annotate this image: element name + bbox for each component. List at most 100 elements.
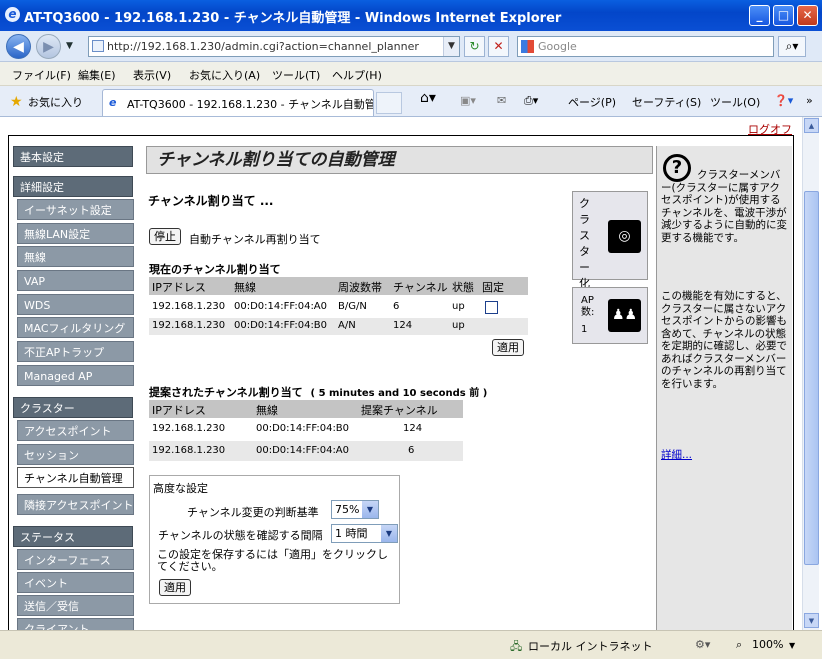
cell-ip: 192.168.1.230 (152, 301, 226, 312)
sidebar-item-channel-management[interactable]: チャンネル自動管理 (17, 467, 134, 488)
vertical-scrollbar[interactable]: ▲ ▼ (802, 117, 819, 630)
search-input[interactable]: Google (517, 36, 774, 57)
stop-icon[interactable]: ✕ (488, 36, 509, 57)
sidebar-item-sessions[interactable]: セッション (17, 444, 134, 465)
page-menu[interactable]: ページ(P) (568, 94, 616, 110)
sidebar-item-basic[interactable]: 基本設定 (13, 146, 133, 167)
sidebar-item-access-points[interactable]: アクセスポイント (17, 420, 134, 441)
sidebar-item-wds[interactable]: WDS (17, 294, 134, 315)
feeds-icon[interactable]: ▣▾ (460, 94, 476, 107)
sidebar-item-neighbor-ap[interactable]: 隣接アクセスポイント (17, 494, 134, 515)
more-link[interactable]: 詳細... (661, 449, 692, 462)
maximize-button[interactable]: □ (773, 5, 794, 26)
cell-band: B/G/N (338, 301, 367, 312)
col-ip: IPアドレス (152, 404, 206, 417)
sidebar-item-interfaces[interactable]: インターフェース (17, 549, 134, 570)
table-row: 192.168.1.230 00:D0:14:FF:04:A0 6 (149, 441, 463, 461)
active-tab[interactable]: e AT-TQ3600 - 192.168.1.230 - チャンネル自動管..… (102, 89, 374, 116)
col-state: 状態 (452, 281, 474, 294)
forward-button[interactable]: ▶ (36, 34, 61, 59)
cell-radio: 00:D0:14:FF:04:A0 (234, 301, 328, 312)
cell-channel: 6 (393, 301, 400, 312)
more-chevron-icon[interactable]: » (806, 94, 813, 107)
recent-pages-chevron-icon[interactable]: ▼ (66, 41, 73, 51)
google-logo-icon (521, 40, 534, 53)
favorites-button[interactable]: お気に入り (28, 94, 83, 110)
col-channel: チャンネル (393, 281, 448, 294)
apply-settings-button[interactable]: 適用 (159, 579, 191, 596)
cell-state: up (452, 301, 465, 312)
ie-logo-icon: e (5, 7, 20, 22)
print-icon[interactable]: ⎙▾ (524, 94, 538, 108)
help-panel: ? クラスターメンバー(クラスターに属すアクセスポイント)が使用するチャンネルを… (656, 146, 792, 630)
zoom-chevron-icon[interactable]: ▼ (789, 641, 795, 650)
sidebar-item-rogue-ap[interactable]: 不正APトラップ (17, 341, 134, 362)
sidebar-item-mac-filter[interactable]: MACフィルタリング (17, 317, 134, 338)
sidebar-item-status[interactable]: ステータス (13, 526, 133, 547)
home-icon[interactable]: ⌂▾ (420, 90, 436, 106)
col-radio: 無線 (256, 404, 278, 417)
fixed-checkbox[interactable] (485, 301, 498, 314)
cluster-icon: ◎ (608, 220, 641, 253)
chevron-down-icon: ▼ (381, 525, 397, 542)
advanced-title: 高度な設定 (153, 482, 208, 495)
cell-radio: 00:D0:14:FF:04:A0 (256, 445, 350, 456)
favorites-star-icon[interactable]: ★ (10, 94, 23, 110)
scroll-down-icon[interactable]: ▼ (804, 613, 819, 628)
sidebar-item-radio[interactable]: 無線 (17, 246, 134, 267)
apply-button[interactable]: 適用 (492, 339, 524, 356)
cell-ip: 192.168.1.230 (152, 445, 226, 456)
menu-view[interactable]: 表示(V) (133, 67, 171, 83)
tools-menu[interactable]: ツール(O) (710, 94, 760, 110)
safety-menu[interactable]: セーフティ(S) (632, 94, 701, 110)
scroll-up-icon[interactable]: ▲ (804, 118, 819, 133)
help-icon[interactable]: ❓▾ (774, 94, 793, 107)
sidebar-item-advanced[interactable]: 詳細設定 (13, 176, 133, 197)
intranet-icon: 🖧 (510, 640, 523, 653)
sidebar-item-vap[interactable]: VAP (17, 270, 134, 291)
sidebar-item-managed-ap[interactable]: Managed AP (17, 365, 134, 386)
proposed-time: ( 5 minutes and 10 seconds 前 ) (310, 388, 488, 399)
sidebar-item-tx-rx[interactable]: 送信／受信 (17, 595, 134, 616)
address-input[interactable]: http://192.168.1.230/admin.cgi?action=ch… (88, 36, 460, 57)
new-tab-button[interactable] (376, 92, 402, 114)
save-note: この設定を保存するには「適用」をクリックしてください。 (157, 548, 388, 573)
stop-button[interactable]: 停止 (149, 228, 181, 245)
tab-bar: ★ お気に入り e AT-TQ3600 - 192.168.1.230 - チャ… (0, 86, 822, 117)
back-button[interactable]: ◀ (6, 34, 31, 59)
tab-ie-icon: e (109, 96, 117, 109)
address-dropdown-icon[interactable]: ▼ (443, 37, 459, 56)
threshold-select[interactable]: 75% ▼ (331, 500, 379, 519)
menu-edit[interactable]: 編集(E) (78, 67, 116, 83)
sidebar-item-wlan[interactable]: 無線LAN設定 (17, 223, 134, 244)
zone-label: ローカル イントラネット (528, 640, 653, 653)
address-toolbar: ◀ ▶ ▼ http://192.168.1.230/admin.cgi?act… (0, 31, 822, 62)
sidebar-item-cluster[interactable]: クラスター (13, 397, 133, 418)
window-title: AT-TQ3600 - 192.168.1.230 - チャンネル自動管理 - … (24, 11, 562, 26)
minimize-button[interactable]: _ (749, 5, 770, 26)
cell-channel: 124 (393, 320, 413, 331)
protected-mode-icon[interactable]: ⚙▾ (695, 638, 710, 651)
interval-value: 1 時間 (335, 527, 368, 540)
cell-radio: 00:D0:14:FF:04:B0 (256, 423, 350, 434)
zoom-icon[interactable]: ⌕ (736, 638, 742, 652)
search-placeholder: Google (538, 40, 577, 53)
sidebar-item-ethernet[interactable]: イーサネット設定 (17, 199, 134, 220)
sidebar-item-events[interactable]: イベント (17, 572, 134, 593)
menu-file[interactable]: ファイル(F) (12, 67, 71, 83)
menu-favorites[interactable]: お気に入り(A) (189, 67, 260, 83)
menu-tools[interactable]: ツール(T) (272, 67, 320, 83)
sidebar-item-clients[interactable]: クライアント (17, 618, 134, 630)
window-titlebar: e AT-TQ3600 - 192.168.1.230 - チャンネル自動管理 … (0, 0, 822, 31)
table-row: 192.168.1.230 00:D0:14:FF:04:B0 124 (149, 419, 463, 440)
help-text-1: クラスターメンバー(クラスターに属すアクセスポイント)が使用するチャンネルを、電… (661, 169, 787, 244)
mail-icon[interactable]: ✉ (497, 94, 506, 107)
interval-select[interactable]: 1 時間 ▼ (331, 524, 398, 543)
search-button[interactable]: ⌕▾ (778, 36, 806, 57)
page-content: ログオフ 基本設定 詳細設定 イーサネット設定 無線LAN設定 無線 VAP W… (5, 117, 802, 630)
menu-help[interactable]: ヘルプ(H) (332, 67, 382, 83)
refresh-icon[interactable]: ↻ (464, 36, 485, 57)
scrollbar-thumb[interactable] (804, 191, 819, 565)
zoom-level[interactable]: 100% (752, 638, 783, 651)
close-button[interactable]: ✕ (797, 5, 818, 26)
